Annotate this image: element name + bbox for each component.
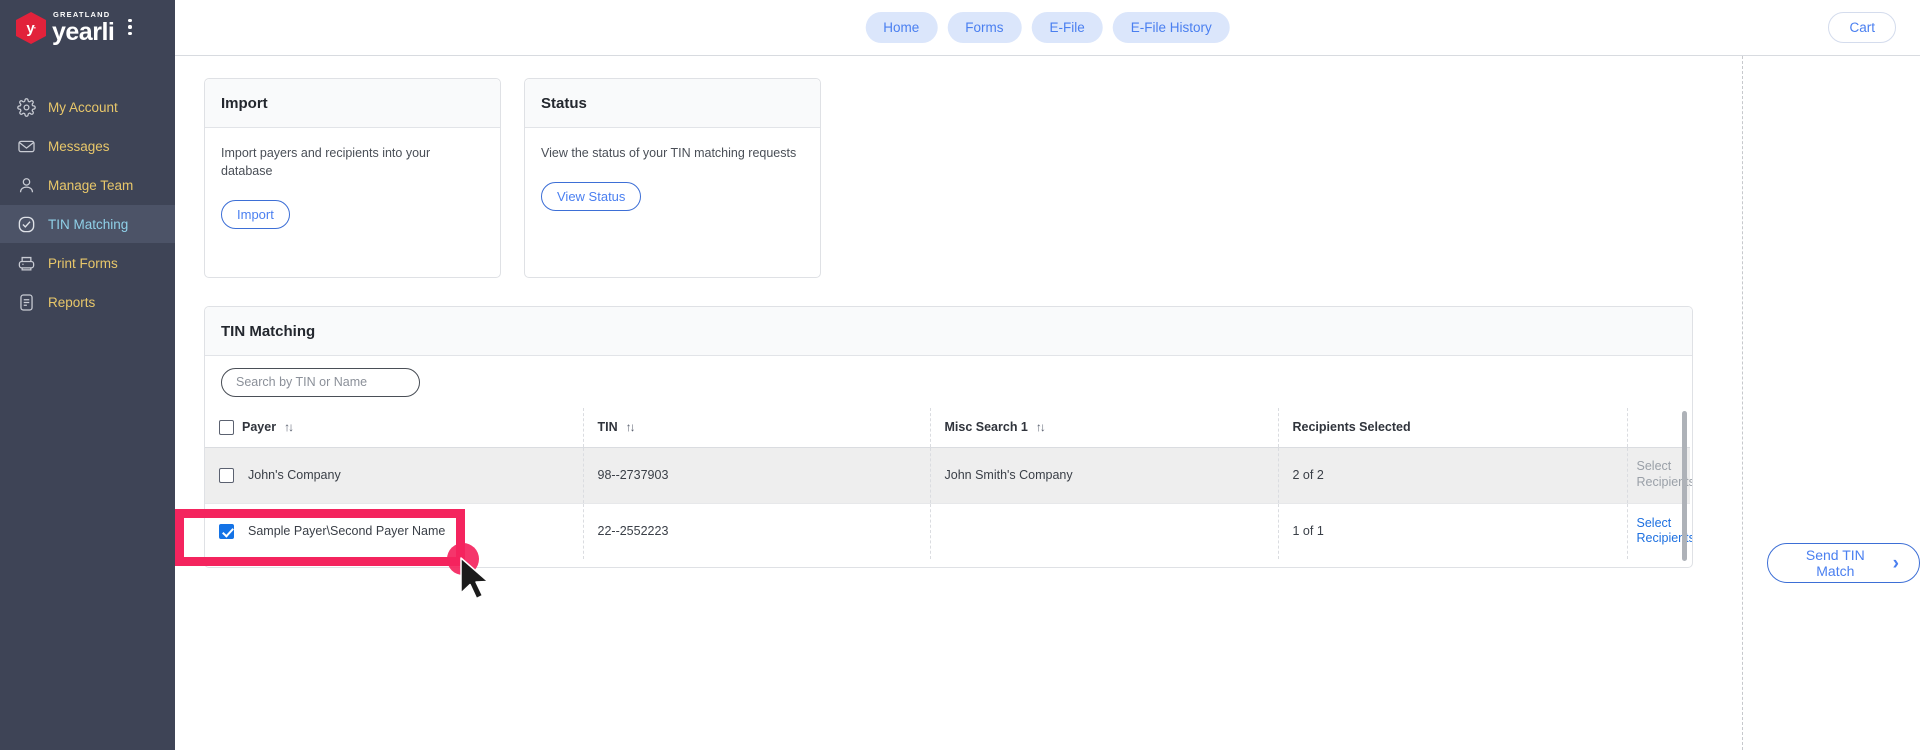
send-tin-match-button[interactable]: Send TIN Match › <box>1767 543 1920 583</box>
row-checkbox[interactable] <box>219 523 234 539</box>
kebab-menu-icon[interactable] <box>128 18 132 38</box>
brand-yearli-label: yearli <box>52 17 115 46</box>
cell-tin: 98--2737903 <box>583 447 931 503</box>
column-header-actions <box>1627 408 1690 448</box>
sidebar-nav: My Account Messages Manage Team TIN Matc… <box>0 88 175 321</box>
printer-icon <box>17 254 36 273</box>
yearli-hex-logo-icon: y · <box>16 12 46 44</box>
row-checkbox[interactable] <box>219 467 234 483</box>
cell-recipients-selected: 1 of 1 <box>1278 502 1628 559</box>
import-card-title: Import <box>205 79 500 128</box>
view-status-button[interactable]: View Status <box>541 182 642 212</box>
table-header-row: Payer ↑↓ TIN ↑↓ Misc Search 1 ↑↓ Recipie… <box>205 408 1690 448</box>
sidebar-item-label: Manage Team <box>48 177 134 193</box>
table-body: John's Company 98--2737903 John Smith's … <box>205 447 1692 559</box>
status-card: Status View the status of your TIN match… <box>524 78 821 278</box>
table-row[interactable]: John's Company 98--2737903 John Smith's … <box>205 447 1692 503</box>
sidebar-item-label: Reports <box>48 294 96 310</box>
sort-icon[interactable]: ↑↓ <box>284 420 294 434</box>
mouse-cursor-icon <box>460 557 489 600</box>
column-label: TIN <box>597 420 618 435</box>
tab-home[interactable]: Home <box>865 12 938 43</box>
column-header-recipients-selected: Recipients Selected <box>1278 408 1628 448</box>
document-icon <box>17 293 36 312</box>
sidebar-item-label: Print Forms <box>48 255 118 271</box>
sidebar-item-my-account[interactable]: My Account <box>0 88 175 126</box>
sidebar-item-label: Messages <box>48 138 110 154</box>
import-card-text: Import payers and recipients into your d… <box>221 146 431 179</box>
tab-efile-history[interactable]: E-File History <box>1112 12 1230 43</box>
status-card-title: Status <box>525 79 820 128</box>
column-label: Payer <box>242 420 277 435</box>
cell-misc1: John Smith's Company <box>930 447 1279 503</box>
brand-logo[interactable]: y · GREATLAND yearli <box>0 0 175 56</box>
brand-wordmark: GREATLAND yearli <box>52 11 115 46</box>
column-header-tin[interactable]: TIN ↑↓ <box>583 408 931 448</box>
cell-payer: Sample Payer\Second Payer Name <box>205 502 584 559</box>
cell-misc1 <box>930 502 1279 559</box>
table-vertical-scrollbar[interactable] <box>1682 411 1687 561</box>
user-icon <box>17 176 36 195</box>
cell-tin: 22--2552223 <box>583 502 931 559</box>
sidebar-item-reports[interactable]: Reports <box>0 283 175 321</box>
search-row <box>205 356 1692 408</box>
envelope-icon <box>17 137 36 156</box>
cart-button[interactable]: Cart <box>1828 12 1896 43</box>
sidebar-item-print-forms[interactable]: Print Forms <box>0 244 175 282</box>
top-bar: Home Forms E-File E-File History Cart <box>175 0 1920 56</box>
import-button[interactable]: Import <box>221 200 290 230</box>
tab-forms[interactable]: Forms <box>947 12 1022 43</box>
sidebar-item-label: My Account <box>48 99 118 115</box>
status-card-body: View the status of your TIN matching req… <box>525 128 820 212</box>
vertical-dashed-divider <box>1742 56 1743 750</box>
sort-icon[interactable]: ↑↓ <box>626 420 636 434</box>
sidebar-item-messages[interactable]: Messages <box>0 127 175 165</box>
table-row[interactable]: Sample Payer\Second Payer Name 22--25522… <box>205 502 1692 559</box>
cell-action: Select Recipients <box>1627 502 1692 559</box>
chevron-right-icon: › <box>1892 552 1899 574</box>
cell-action: Select Recipients <box>1627 447 1692 503</box>
payer-name: John's Company <box>248 468 341 482</box>
sort-icon[interactable]: ↑↓ <box>1036 420 1046 434</box>
column-header-payer[interactable]: Payer ↑↓ <box>205 408 584 448</box>
cell-recipients-selected: 2 of 2 <box>1278 447 1628 503</box>
check-circle-icon <box>17 215 36 234</box>
cell-payer: John's Company <box>205 447 584 503</box>
column-header-misc-search-1[interactable]: Misc Search 1 ↑↓ <box>930 408 1279 448</box>
tin-matching-panel: TIN Matching Payer ↑↓ <box>204 306 1693 568</box>
gear-icon <box>17 97 36 117</box>
table-header: Payer ↑↓ TIN ↑↓ Misc Search 1 ↑↓ Recipie… <box>205 408 1690 448</box>
import-card-body: Import payers and recipients into your d… <box>205 128 500 230</box>
app-root: y · GREATLAND yearli My Account Messages… <box>0 0 1920 750</box>
sidebar-item-manage-team[interactable]: Manage Team <box>0 166 175 204</box>
column-label: Recipients Selected <box>1292 420 1411 435</box>
import-card: Import Import payers and recipients into… <box>204 78 501 278</box>
sidebar-item-tin-matching[interactable]: TIN Matching <box>0 205 175 243</box>
top-nav-tabs: Home Forms E-File E-File History <box>865 12 1230 43</box>
tin-matching-table: Payer ↑↓ TIN ↑↓ Misc Search 1 ↑↓ Recipie… <box>205 408 1692 559</box>
tab-efile[interactable]: E-File <box>1031 12 1103 43</box>
search-input[interactable] <box>221 367 420 397</box>
tin-matching-title: TIN Matching <box>205 307 1692 356</box>
select-all-checkbox[interactable] <box>219 419 234 435</box>
sidebar: y · GREATLAND yearli My Account Messages… <box>0 0 175 750</box>
payer-name: Sample Payer\Second Payer Name <box>248 524 446 539</box>
main-content: Import Import payers and recipients into… <box>175 56 1920 750</box>
send-tin-match-label: Send TIN Match <box>1805 547 1865 579</box>
status-card-text: View the status of your TIN matching req… <box>541 146 797 160</box>
sidebar-item-label: TIN Matching <box>48 216 129 232</box>
column-label: Misc Search 1 <box>944 420 1028 435</box>
